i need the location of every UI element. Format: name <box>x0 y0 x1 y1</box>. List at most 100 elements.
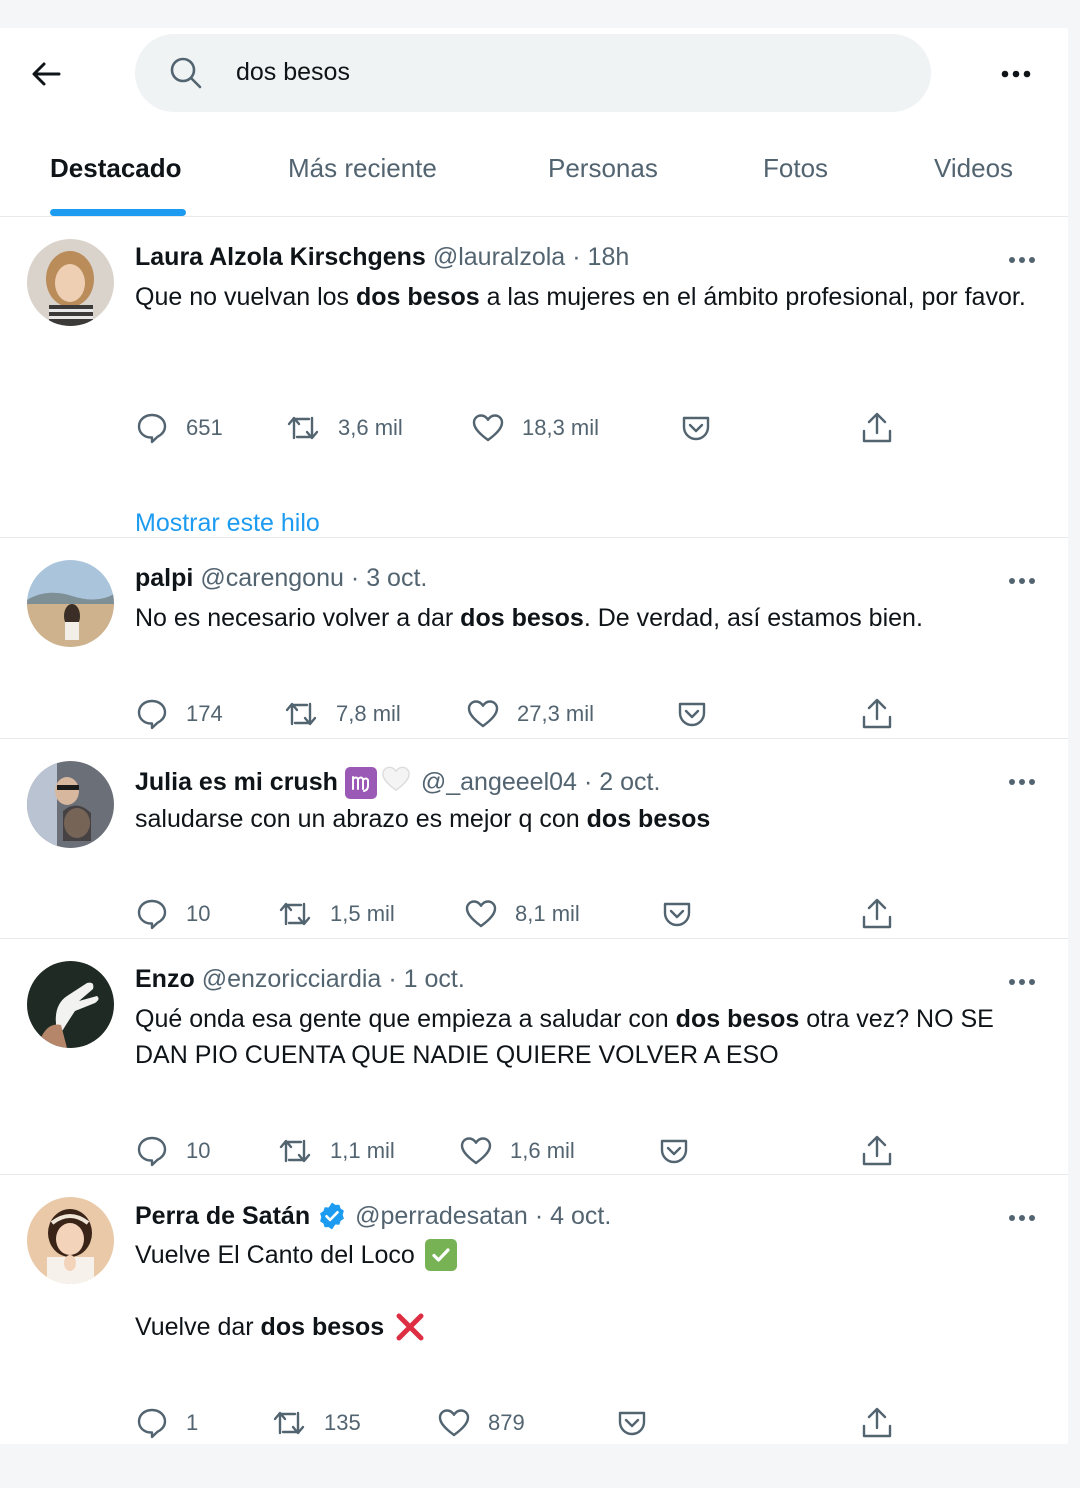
tab-personas[interactable]: Personas <box>548 153 658 184</box>
tweet[interactable]: Perra de Satán @perradesatan · 4 oct. Vu… <box>0 1175 1068 1443</box>
share-button[interactable] <box>861 894 893 934</box>
avatar[interactable] <box>27 239 114 326</box>
reply-count: 10 <box>186 901 211 926</box>
tweet[interactable]: Enzo @enzoricciardia · 1 oct. Qué onda e… <box>0 939 1068 1174</box>
save-button[interactable] <box>617 1403 647 1443</box>
like-count: 27,3 mil <box>517 701 595 726</box>
tweet-more-button[interactable] <box>998 566 1046 596</box>
heart-icon <box>438 1409 470 1437</box>
save-button[interactable] <box>659 1131 689 1171</box>
timestamp[interactable]: 3 oct. <box>366 564 427 593</box>
highlighted-term: dos besos <box>260 1313 385 1341</box>
reply-icon <box>137 899 167 930</box>
share-button[interactable] <box>861 1131 893 1171</box>
display-name[interactable]: palpi <box>135 564 193 593</box>
tab-mas-reciente[interactable]: Más reciente <box>288 153 437 184</box>
page: dos besos Destacado Más reciente Persona… <box>0 28 1068 1444</box>
like-button[interactable]: 879 <box>438 1403 525 1443</box>
tweet-more-button[interactable] <box>998 245 1046 275</box>
highlighted-term: dos besos <box>355 283 480 311</box>
reply-count: 174 <box>186 701 223 726</box>
display-name[interactable]: Laura Alzola Kirschgens <box>135 243 426 272</box>
tweet-more-button[interactable] <box>998 967 1046 997</box>
retweet-button[interactable]: 1,1 mil <box>278 1131 395 1171</box>
display-name[interactable]: Julia es mi crush <box>135 768 338 797</box>
retweet-button[interactable]: 1,5 mil <box>278 894 395 934</box>
tweet[interactable]: palpi @carengonu · 3 oct. No es necesari… <box>0 538 1068 738</box>
more-icon <box>1009 979 1035 985</box>
tab-videos[interactable]: Videos <box>934 153 1013 184</box>
avatar[interactable] <box>27 560 114 647</box>
share-icon <box>862 412 892 443</box>
retweet-button[interactable]: 135 <box>272 1403 361 1443</box>
like-button[interactable]: 1,6 mil <box>460 1131 575 1171</box>
tab-destacado[interactable]: Destacado <box>50 153 182 184</box>
timestamp[interactable]: 1 oct. <box>404 965 465 994</box>
highlighted-term: dos besos <box>675 1005 800 1033</box>
search-icon <box>170 57 202 89</box>
avatar[interactable] <box>27 761 114 848</box>
tweet-header: palpi @carengonu · 3 oct. <box>135 564 428 593</box>
tweet-more-button[interactable] <box>998 1203 1046 1233</box>
handle[interactable]: @perradesatan <box>355 1202 528 1231</box>
retweet-icon <box>285 702 317 726</box>
reply-button[interactable]: 651 <box>136 408 223 448</box>
tweet-line: Vuelve dar <box>135 1313 261 1341</box>
reply-button[interactable]: 1 <box>136 1403 198 1443</box>
retweet-count: 135 <box>324 1410 361 1435</box>
handle[interactable]: @carengonu <box>200 564 344 593</box>
save-button[interactable] <box>662 894 692 934</box>
more-icon <box>1009 1215 1035 1221</box>
reply-count: 1 <box>186 1410 199 1435</box>
handle[interactable]: @lauralzola <box>433 243 565 272</box>
share-button[interactable] <box>861 1403 893 1443</box>
check-mark-icon <box>424 1239 457 1271</box>
handle[interactable]: @enzoricciardia <box>202 965 382 994</box>
timestamp[interactable]: 4 oct. <box>550 1202 611 1231</box>
share-button[interactable] <box>861 408 893 448</box>
back-arrow-icon <box>32 62 61 86</box>
avatar[interactable] <box>27 1197 114 1284</box>
like-button[interactable]: 27,3 mil <box>467 694 594 734</box>
reply-button[interactable]: 174 <box>136 694 223 734</box>
avatar[interactable] <box>27 961 114 1048</box>
display-name[interactable]: Perra de Satán <box>135 1202 310 1231</box>
more-options-button[interactable] <box>992 56 1040 92</box>
tweet[interactable]: Julia es mi crush @_angeeel04 · 2 oct. s… <box>0 739 1068 939</box>
heart-icon <box>465 900 497 928</box>
retweet-count: 1,1 mil <box>330 1138 395 1163</box>
search-input[interactable]: dos besos <box>236 58 350 87</box>
save-button[interactable] <box>681 408 711 448</box>
share-button[interactable] <box>861 694 893 734</box>
like-button[interactable]: 8,1 mil <box>465 894 580 934</box>
like-count: 1,6 mil <box>510 1138 575 1163</box>
tweet[interactable]: Laura Alzola Kirschgens @lauralzola · 18… <box>0 217 1068 537</box>
tab-fotos[interactable]: Fotos <box>763 153 828 184</box>
tweet-more-button[interactable] <box>998 767 1046 797</box>
save-button[interactable] <box>677 694 707 734</box>
timestamp[interactable]: 18h <box>588 243 630 272</box>
pocket-icon <box>678 702 706 727</box>
like-button[interactable]: 18,3 mil <box>472 408 599 448</box>
display-name[interactable]: Enzo <box>135 965 195 994</box>
retweet-button[interactable]: 3,6 mil <box>286 408 403 448</box>
reply-icon <box>137 1136 167 1167</box>
tweet-text: saludarse con un abrazo es mejor q con d… <box>135 805 711 833</box>
retweet-icon <box>273 1411 305 1435</box>
reply-button[interactable]: 10 <box>136 1131 210 1171</box>
tab-bar: Destacado Más reciente Personas Fotos Vi… <box>0 136 1068 216</box>
virgo-icon <box>344 766 377 799</box>
search-bar[interactable]: dos besos <box>135 34 931 112</box>
retweet-button[interactable]: 7,8 mil <box>284 694 401 734</box>
share-icon <box>862 898 892 929</box>
reply-icon <box>137 1408 167 1439</box>
reply-button[interactable]: 10 <box>136 894 210 934</box>
pocket-icon <box>663 902 691 927</box>
retweet-count: 3,6 mil <box>338 415 403 440</box>
timestamp[interactable]: 2 oct. <box>599 768 660 797</box>
tweet-actions: 1 135 879 <box>0 1403 1068 1443</box>
handle[interactable]: @_angeeel04 <box>421 768 577 797</box>
show-thread-link[interactable]: Mostrar este hilo <box>135 509 320 538</box>
back-button[interactable] <box>24 52 68 96</box>
pocket-icon <box>660 1139 688 1164</box>
